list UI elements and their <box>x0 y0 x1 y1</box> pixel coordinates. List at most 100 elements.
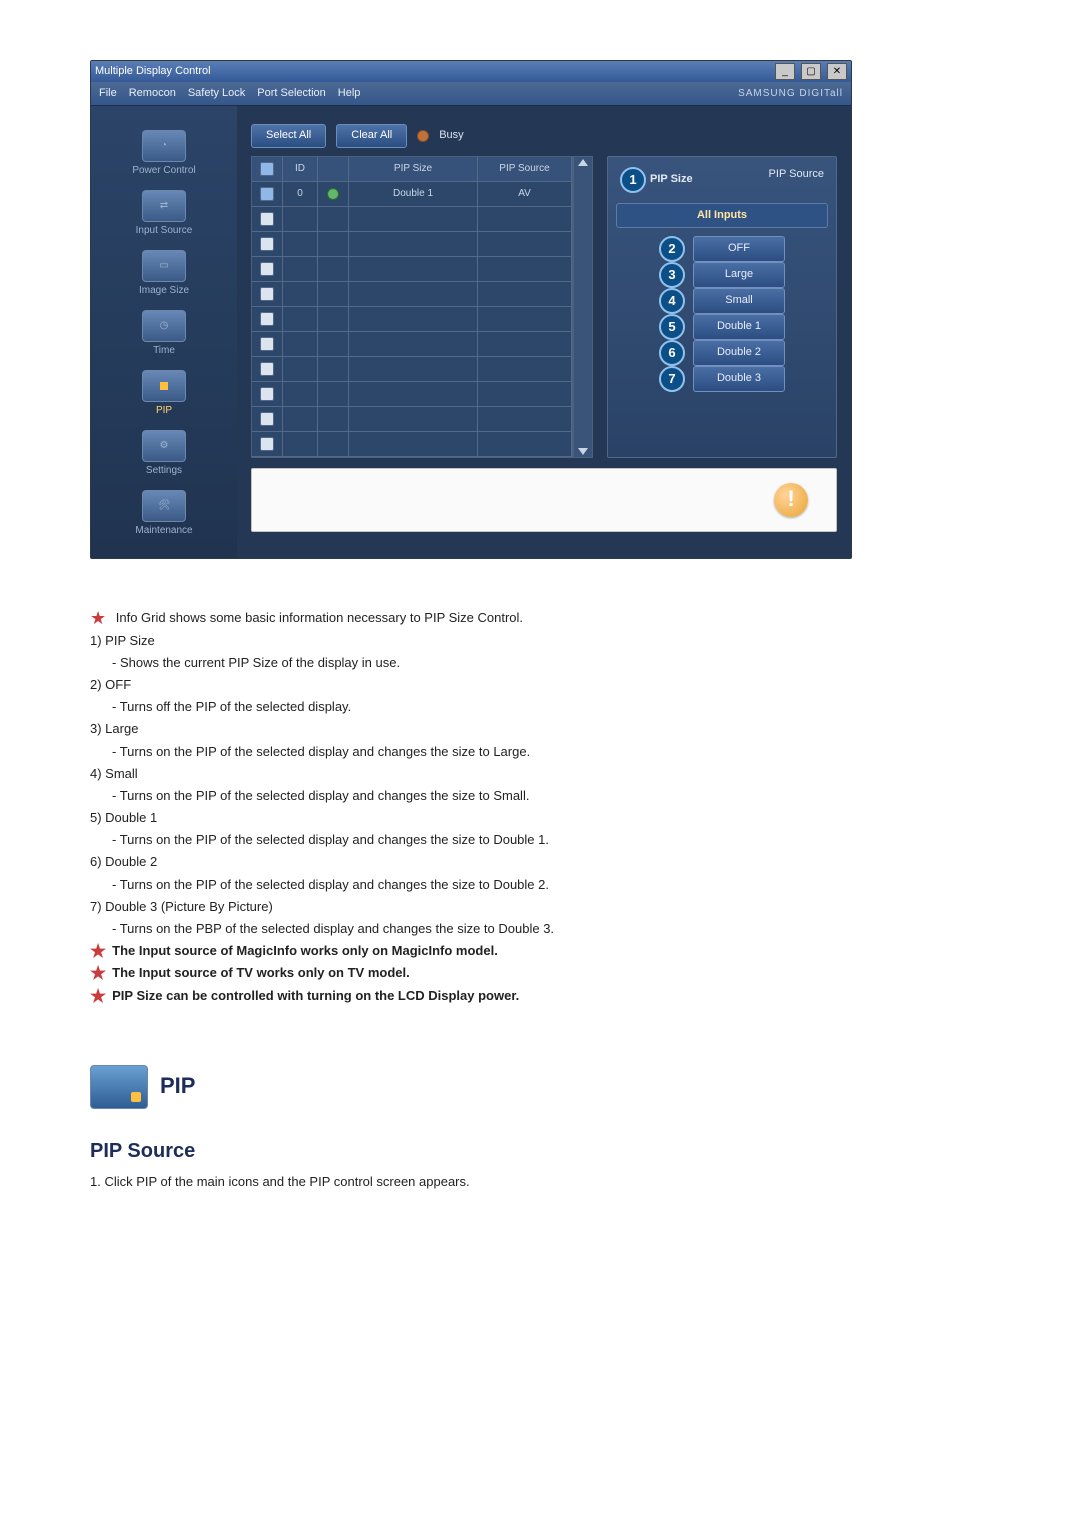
pip-size-tab[interactable]: PIP Size <box>650 172 693 187</box>
row-id <box>283 432 318 457</box>
menu-file[interactable]: File <box>99 86 117 101</box>
scroll-down-icon[interactable] <box>578 448 588 455</box>
pip-source-tab[interactable]: PIP Source <box>769 167 824 193</box>
note-item-head: 7) Double 3 (Picture By Picture) <box>90 898 850 916</box>
sidebar: ◔ Power Control ⇄ Input Source ▭ Image S… <box>91 106 237 558</box>
callout-6: 6 <box>659 340 685 366</box>
close-button[interactable]: ✕ <box>827 63 847 80</box>
row-checkbox[interactable] <box>252 332 283 357</box>
pip-section: PIP PIP Source 1. Click PIP of the main … <box>90 1065 990 1191</box>
row-pip-size <box>349 407 478 432</box>
row-status <box>318 207 349 232</box>
row-checkbox[interactable] <box>252 282 283 307</box>
table-row[interactable] <box>252 432 572 457</box>
col-pip-size-header: PIP Size <box>349 157 478 182</box>
minimize-button[interactable]: _ <box>775 63 795 80</box>
sidebar-item-label: Maintenance <box>135 524 192 538</box>
row-checkbox[interactable] <box>252 307 283 332</box>
row-pip-size: Double 1 <box>349 182 478 207</box>
pip-option-row: 6 Double 2 <box>616 340 828 366</box>
row-status <box>318 407 349 432</box>
table-row[interactable] <box>252 382 572 407</box>
sidebar-item-label: Input Source <box>136 224 193 238</box>
pip-option-large[interactable]: Large <box>693 262 785 287</box>
table-row[interactable] <box>252 232 572 257</box>
maximize-button[interactable]: ▢ <box>801 63 821 80</box>
image-size-icon: ▭ <box>142 250 186 282</box>
pip-panel: 1 PIP Size PIP Source All Inputs 2OFF3La… <box>607 156 837 458</box>
menu-safety-lock[interactable]: Safety Lock <box>188 86 245 101</box>
pip-section-icon <box>90 1065 148 1109</box>
table-row[interactable] <box>252 332 572 357</box>
pip-option-small[interactable]: Small <box>693 288 785 313</box>
row-checkbox[interactable] <box>252 257 283 282</box>
note-item-head: 4) Small <box>90 765 850 783</box>
row-pip-size <box>349 207 478 232</box>
row-id <box>283 257 318 282</box>
pip-option-double 2[interactable]: Double 2 <box>693 340 785 365</box>
row-pip-source <box>478 407 572 432</box>
pip-option-row: 7Double 3 <box>616 366 828 392</box>
table-row[interactable] <box>252 282 572 307</box>
row-checkbox[interactable] <box>252 407 283 432</box>
row-checkbox[interactable] <box>252 182 283 207</box>
sidebar-item-label: PIP <box>156 404 172 418</box>
row-checkbox[interactable] <box>252 432 283 457</box>
table-row[interactable] <box>252 307 572 332</box>
row-pip-size <box>349 332 478 357</box>
note-item-sub: - Turns on the PIP of the selected displ… <box>112 831 850 849</box>
pip-option-row: 3Large <box>616 262 828 288</box>
row-id <box>283 357 318 382</box>
busy-indicator-icon <box>417 130 429 142</box>
select-all-button[interactable]: Select All <box>251 124 326 147</box>
col-id-header: ID <box>283 157 318 182</box>
row-pip-source <box>478 357 572 382</box>
sidebar-item-pip[interactable]: PIP <box>142 368 186 420</box>
row-pip-size <box>349 282 478 307</box>
clear-all-button[interactable]: Clear All <box>336 124 407 147</box>
note-item-head: 2) OFF <box>90 676 850 694</box>
menu-port-selection[interactable]: Port Selection <box>257 86 325 101</box>
sidebar-item-settings[interactable]: ⚙ Settings <box>142 428 186 480</box>
row-pip-source <box>478 382 572 407</box>
notes-intro-text: Info Grid shows some basic information n… <box>116 610 523 625</box>
row-pip-size <box>349 382 478 407</box>
pip-option-off[interactable]: OFF <box>693 236 785 261</box>
sidebar-item-label: Time <box>153 344 175 358</box>
row-id <box>283 332 318 357</box>
settings-icon: ⚙ <box>142 430 186 462</box>
table-row[interactable]: 0Double 1AV <box>252 182 572 207</box>
row-id <box>283 407 318 432</box>
sidebar-item-input-source[interactable]: ⇄ Input Source <box>136 188 193 240</box>
row-checkbox[interactable] <box>252 357 283 382</box>
scroll-up-icon[interactable] <box>578 159 588 166</box>
col-checkbox-header[interactable] <box>252 157 283 182</box>
row-checkbox[interactable] <box>252 232 283 257</box>
table-row[interactable] <box>252 407 572 432</box>
table-row[interactable] <box>252 257 572 282</box>
row-checkbox[interactable] <box>252 382 283 407</box>
row-checkbox[interactable] <box>252 207 283 232</box>
footnote: ★The Input source of MagicInfo works onl… <box>90 942 850 960</box>
pip-option-double 3[interactable]: Double 3 <box>693 366 785 391</box>
table-row[interactable] <box>252 357 572 382</box>
time-icon: ◷ <box>142 310 186 342</box>
grid-scrollbar[interactable] <box>573 156 593 458</box>
menu-remocon[interactable]: Remocon <box>129 86 176 101</box>
pip-option-double 1[interactable]: Double 1 <box>693 314 785 339</box>
note-item-sub: - Turns on the PBP of the selected displ… <box>112 920 850 938</box>
sidebar-item-maintenance[interactable]: 🛠 Maintenance <box>135 488 192 540</box>
sidebar-item-image-size[interactable]: ▭ Image Size <box>139 248 189 300</box>
sidebar-item-time[interactable]: ◷ Time <box>142 308 186 360</box>
sidebar-item-power-control[interactable]: ◔ Power Control <box>132 128 195 180</box>
status-dot-icon <box>327 188 339 200</box>
note-item-sub: - Turns off the PIP of the selected disp… <box>112 698 850 716</box>
pip-icon <box>142 370 186 402</box>
info-grid: ID PIP Size PIP Source 0Double 1AV <box>251 156 573 458</box>
row-pip-size <box>349 432 478 457</box>
row-id: 0 <box>283 182 318 207</box>
row-status <box>318 257 349 282</box>
table-row[interactable] <box>252 207 572 232</box>
menu-help[interactable]: Help <box>338 86 361 101</box>
row-pip-size <box>349 307 478 332</box>
